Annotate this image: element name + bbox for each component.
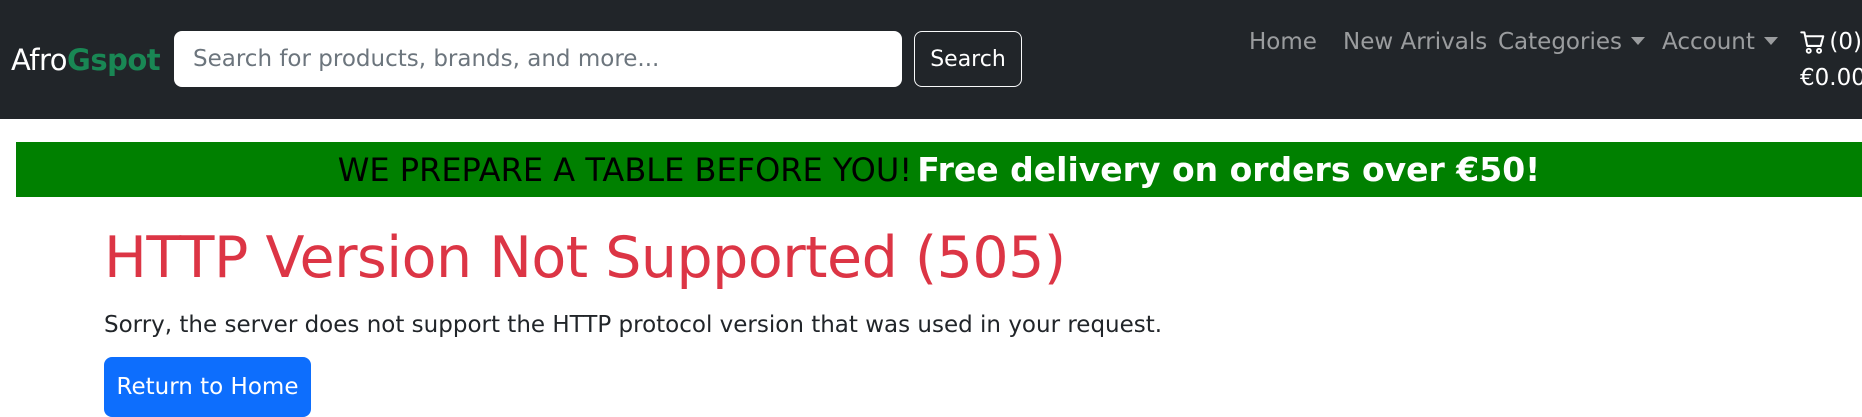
categories-label: Categories	[1498, 29, 1622, 55]
return-home-button[interactable]: Return to Home	[104, 357, 311, 417]
error-message: Sorry, the server does not support the H…	[104, 312, 1163, 338]
nav-link-home[interactable]: Home	[1249, 24, 1317, 60]
brand-name-part2: Gspot	[67, 43, 161, 77]
promo-banner: WE PREPARE A TABLE BEFORE YOU! Free deli…	[16, 142, 1862, 197]
promo-delivery-offer: Free delivery on orders over €50!	[917, 150, 1541, 189]
search-button[interactable]: Search	[914, 31, 1022, 87]
search-input[interactable]	[174, 31, 902, 87]
cart-link[interactable]: (0) €0.00	[1800, 24, 1862, 96]
brand-logo[interactable]: AfroGspot	[11, 40, 161, 80]
navbar: AfroGspot Search Home New Arrivals Categ…	[0, 0, 1862, 119]
brand-name-part1: Afro	[11, 43, 68, 77]
caret-down-icon	[1763, 37, 1778, 45]
nav-link-new-arrivals[interactable]: New Arrivals	[1343, 24, 1487, 60]
nav-dropdown-account[interactable]: Account	[1662, 24, 1778, 60]
nav-dropdown-categories[interactable]: Categories	[1498, 24, 1645, 60]
cart-count: (0)	[1829, 29, 1862, 55]
account-label: Account	[1662, 29, 1755, 55]
caret-down-icon	[1630, 37, 1645, 45]
cart-count-row: (0)	[1800, 24, 1862, 60]
promo-slogan: WE PREPARE A TABLE BEFORE YOU!	[337, 151, 913, 189]
cart-total: €0.00	[1800, 65, 1862, 91]
cart-icon	[1800, 30, 1825, 54]
error-title: HTTP Version Not Supported (505)	[104, 225, 1066, 291]
